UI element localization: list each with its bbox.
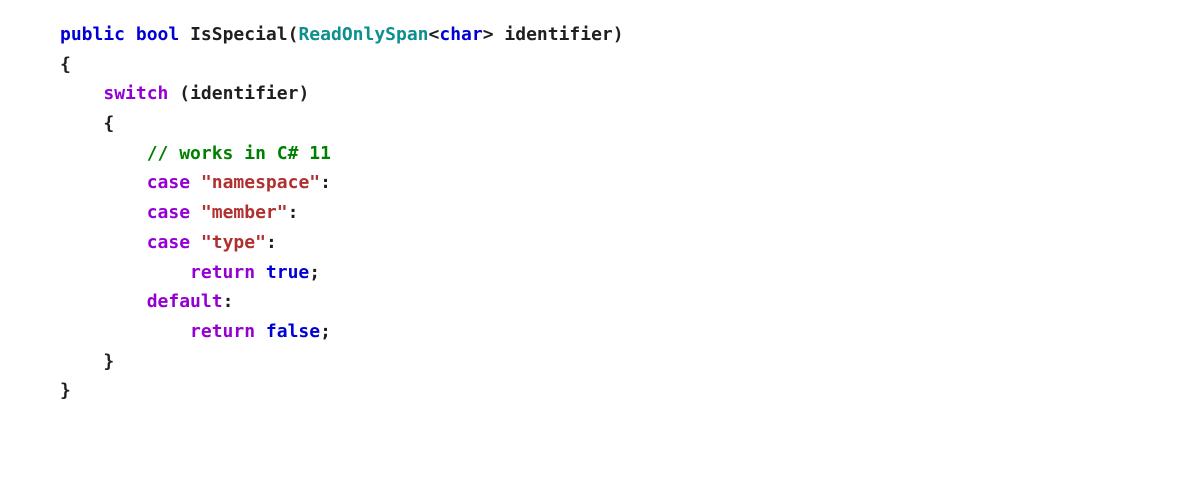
keyword-false: false bbox=[266, 321, 320, 342]
lparen: ( bbox=[168, 83, 190, 104]
keyword-case: case bbox=[147, 232, 190, 253]
keyword-case: case bbox=[147, 172, 190, 193]
close-brace: } bbox=[60, 380, 71, 401]
keyword-return: return bbox=[190, 321, 255, 342]
method-name: IsSpecial bbox=[190, 24, 288, 45]
colon: : bbox=[223, 291, 234, 312]
code-line: { bbox=[60, 113, 114, 134]
keyword-true: true bbox=[266, 262, 309, 283]
open-brace: { bbox=[60, 54, 71, 75]
code-line: default: bbox=[60, 291, 233, 312]
keyword-public: public bbox=[60, 24, 125, 45]
code-line: case "namespace": bbox=[60, 172, 331, 193]
code-line: case "member": bbox=[60, 202, 298, 223]
keyword-case: case bbox=[147, 202, 190, 223]
code-line: return true; bbox=[60, 262, 320, 283]
code-line: case "type": bbox=[60, 232, 277, 253]
param-name: identifier bbox=[494, 24, 613, 45]
code-line: return false; bbox=[60, 321, 331, 342]
code-line: switch (identifier) bbox=[60, 83, 309, 104]
rparen: ) bbox=[298, 83, 309, 104]
lparen: ( bbox=[288, 24, 299, 45]
code-line: // works in C# 11 bbox=[60, 143, 331, 164]
colon: : bbox=[320, 172, 331, 193]
string-literal: "namespace" bbox=[201, 172, 320, 193]
lt: < bbox=[429, 24, 440, 45]
string-literal: "member" bbox=[201, 202, 288, 223]
switch-expr: identifier bbox=[190, 83, 298, 104]
semicolon: ; bbox=[320, 321, 331, 342]
keyword-return: return bbox=[190, 262, 255, 283]
string-literal: "type" bbox=[201, 232, 266, 253]
colon: : bbox=[288, 202, 299, 223]
gt: > bbox=[483, 24, 494, 45]
close-brace: } bbox=[103, 351, 114, 372]
open-brace: { bbox=[103, 113, 114, 134]
code-line: } bbox=[60, 351, 114, 372]
rparen: ) bbox=[613, 24, 624, 45]
colon: : bbox=[266, 232, 277, 253]
semicolon: ; bbox=[309, 262, 320, 283]
keyword-switch: switch bbox=[103, 83, 168, 104]
keyword-bool: bool bbox=[136, 24, 179, 45]
keyword-char: char bbox=[439, 24, 482, 45]
type-readonlyspan: ReadOnlySpan bbox=[298, 24, 428, 45]
code-line: } bbox=[60, 380, 71, 401]
keyword-default: default bbox=[147, 291, 223, 312]
comment: // works in C# 11 bbox=[147, 143, 331, 164]
code-line: { bbox=[60, 54, 71, 75]
code-block: public bool IsSpecial(ReadOnlySpan<char>… bbox=[0, 0, 1200, 426]
code-line: public bool IsSpecial(ReadOnlySpan<char>… bbox=[60, 24, 624, 45]
